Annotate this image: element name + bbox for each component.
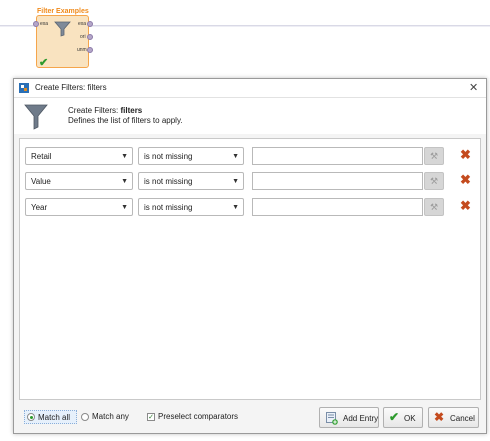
output-port-label-exa: exa <box>78 21 87 27</box>
attribute-select[interactable]: Year ▼ <box>25 198 133 216</box>
delete-x-icon[interactable]: ✖ <box>460 148 471 162</box>
dropdown-arrow-icon: ▼ <box>121 178 128 185</box>
app-icon <box>19 83 29 93</box>
attribute-select-value: Retail <box>31 152 52 161</box>
output-port-ori[interactable] <box>87 34 93 40</box>
comparator-select[interactable]: is not missing ▼ <box>138 172 244 190</box>
header-description: Defines the list of filters to apply. <box>68 116 183 125</box>
match-all-radio[interactable] <box>27 413 35 421</box>
funnel-icon <box>54 21 71 37</box>
match-all-label[interactable]: Match all <box>38 413 70 422</box>
match-all-radio-focus[interactable]: Match all <box>24 410 77 424</box>
comparator-select-value: is not missing <box>144 203 193 212</box>
preselect-checkbox[interactable]: ✓ <box>147 413 155 421</box>
header-title: Create Filters: filters <box>68 106 142 115</box>
filter-row: Retail ▼ is not missing ▼ ⚒ ✖ <box>20 147 480 167</box>
output-port-label-unm: unm <box>77 47 87 53</box>
header-title-name: filters <box>120 106 143 115</box>
dialog-title: Create Filters: filters <box>35 83 107 92</box>
cancel-label: Cancel <box>450 414 475 423</box>
dropdown-arrow-icon: ▼ <box>121 153 128 160</box>
comparator-select-value: is not missing <box>144 152 193 161</box>
magic-wand-icon[interactable]: ⚒ <box>424 172 444 190</box>
attribute-select[interactable]: Retail ▼ <box>25 147 133 165</box>
output-port-unm[interactable] <box>87 47 93 53</box>
check-icon: ✔ <box>389 410 400 424</box>
operator-filter-examples[interactable]: exa exa ori unm ✔ <box>33 15 93 69</box>
filter-value-input[interactable] <box>252 172 423 190</box>
attribute-select[interactable]: Value ▼ <box>25 172 133 190</box>
delete-x-icon[interactable]: ✖ <box>460 173 471 187</box>
filter-value-input[interactable] <box>252 147 423 165</box>
comparator-select[interactable]: is not missing ▼ <box>138 198 244 216</box>
operator-title[interactable]: Filter Examples <box>37 8 89 15</box>
funnel-icon <box>24 104 48 130</box>
add-entry-icon <box>326 412 338 425</box>
add-entry-label: Add Entry <box>343 414 379 423</box>
preselect-label[interactable]: Preselect comparators <box>158 412 238 421</box>
dropdown-arrow-icon: ▼ <box>232 204 239 211</box>
input-port-exa[interactable] <box>33 21 39 27</box>
filter-list-panel: Retail ▼ is not missing ▼ ⚒ ✖ Value ▼ is… <box>19 138 481 400</box>
filter-row: Value ▼ is not missing ▼ ⚒ ✖ <box>20 172 480 192</box>
add-entry-button[interactable]: Add Entry <box>319 407 379 428</box>
cancel-button[interactable]: ✖ Cancel <box>428 407 479 428</box>
filter-row: Year ▼ is not missing ▼ ⚒ ✖ <box>20 198 480 218</box>
output-port-exa[interactable] <box>87 21 93 27</box>
dropdown-arrow-icon: ▼ <box>121 204 128 211</box>
dropdown-arrow-icon: ▼ <box>232 178 239 185</box>
attribute-select-value: Value <box>31 177 51 186</box>
ok-label: OK <box>404 414 416 423</box>
ok-button[interactable]: ✔ OK <box>383 407 423 428</box>
magic-wand-icon[interactable]: ⚒ <box>424 198 444 216</box>
filter-value-input[interactable] <box>252 198 423 216</box>
dropdown-arrow-icon: ▼ <box>232 153 239 160</box>
magic-wand-icon[interactable]: ⚒ <box>424 147 444 165</box>
dialog-titlebar[interactable]: Create Filters: filters ✕ <box>14 79 486 98</box>
match-any-label[interactable]: Match any <box>92 412 129 421</box>
dialog-footer: Match all Match any ✓ Preselect comparat… <box>14 405 486 433</box>
comparator-select-value: is not missing <box>144 177 193 186</box>
cancel-x-icon: ✖ <box>434 410 445 424</box>
comparator-select[interactable]: is not missing ▼ <box>138 147 244 165</box>
attribute-select-value: Year <box>31 203 48 212</box>
delete-x-icon[interactable]: ✖ <box>460 199 471 213</box>
input-port-label: exa <box>40 21 49 27</box>
match-any-radio[interactable] <box>81 413 89 421</box>
header-title-prefix: Create Filters: <box>68 106 121 115</box>
status-check-icon: ✔ <box>39 57 49 69</box>
create-filters-dialog: Create Filters: filters ✕ Create Filters… <box>13 78 487 434</box>
close-icon[interactable]: ✕ <box>469 81 478 94</box>
dialog-header: Create Filters: filters Defines the list… <box>14 98 486 134</box>
output-port-label-ori: ori <box>80 34 86 40</box>
